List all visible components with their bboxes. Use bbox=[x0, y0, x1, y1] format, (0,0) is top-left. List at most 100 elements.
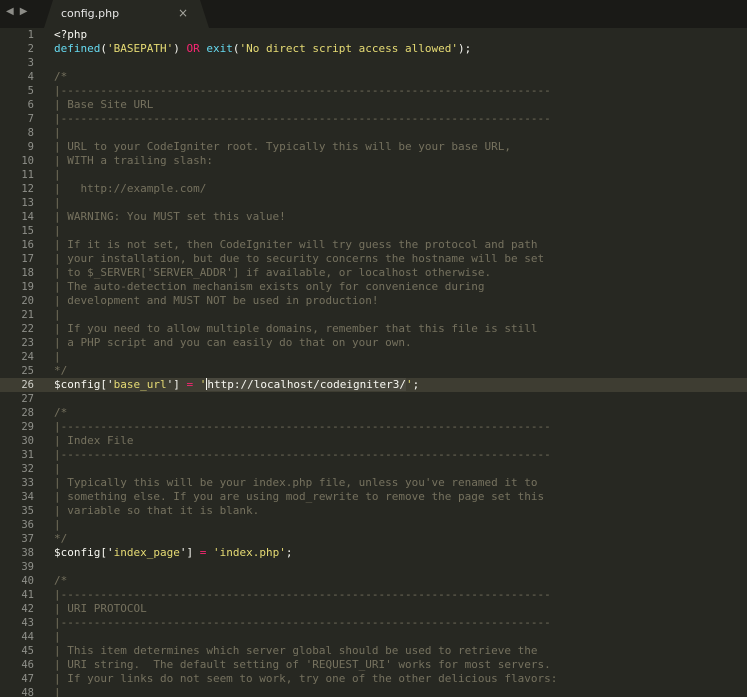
code-line[interactable]: 1 <?php bbox=[0, 28, 747, 42]
code-text: | bbox=[54, 350, 61, 364]
line-number: 45 bbox=[21, 645, 34, 657]
code-token-comment: | bbox=[54, 518, 61, 531]
code-line[interactable]: 2 defined('BASEPATH') OR exit('No direct … bbox=[0, 42, 747, 56]
code-line[interactable]: 21 | bbox=[0, 308, 747, 322]
code-token-comment: | bbox=[54, 308, 61, 321]
tab-config-php[interactable]: config.php × bbox=[44, 0, 209, 28]
line-number: 17 bbox=[21, 253, 34, 265]
code-line[interactable]: 8 | bbox=[0, 126, 747, 140]
code-text: | This item determines which server glob… bbox=[54, 644, 537, 658]
code-line[interactable]: 26 $config['base_url'] = 'http://localhos… bbox=[0, 378, 747, 392]
code-line[interactable]: 47 | If your links do not seem to work, t… bbox=[0, 672, 747, 686]
code-line[interactable]: 39 bbox=[0, 560, 747, 574]
code-line[interactable]: 7 |--------------------------------------… bbox=[0, 112, 747, 126]
code-line[interactable]: 46 | URI string. The default setting of '… bbox=[0, 658, 747, 672]
line-number: 39 bbox=[21, 561, 34, 573]
code-text: |---------------------------------------… bbox=[54, 616, 551, 630]
code-token-var: $config bbox=[54, 546, 101, 559]
code-token-operator: OR bbox=[186, 42, 200, 55]
code-line[interactable]: 3 bbox=[0, 56, 747, 70]
back-arrow-icon[interactable]: ◀ bbox=[6, 6, 14, 20]
code-line[interactable]: 33 | Typically this will be your index.ph… bbox=[0, 476, 747, 490]
code-line[interactable]: 12 | http://example.com/ bbox=[0, 182, 747, 196]
code-line[interactable]: 19 | The auto-detection mechanism exists … bbox=[0, 280, 747, 294]
code-line[interactable]: 10 | WITH a trailing slash: bbox=[0, 154, 747, 168]
line-number: 20 bbox=[21, 295, 34, 307]
code-line[interactable]: 37 */ bbox=[0, 532, 747, 546]
code-token-string: 'BASEPATH' bbox=[106, 42, 174, 55]
code-line[interactable]: 16 | If it is not set, then CodeIgniter w… bbox=[0, 238, 747, 252]
code-text: | your installation, but due to security… bbox=[54, 252, 544, 266]
code-line[interactable]: 22 | If you need to allow multiple domain… bbox=[0, 322, 747, 336]
line-number: 33 bbox=[21, 477, 34, 489]
code-token-plain: <?php bbox=[54, 28, 88, 41]
code-token-comment: | bbox=[54, 630, 61, 643]
code-line[interactable]: 9 | URL to your CodeIgniter root. Typical… bbox=[0, 140, 747, 154]
code-line[interactable]: 27 bbox=[0, 392, 747, 406]
code-line[interactable]: 41 |-------------------------------------… bbox=[0, 588, 747, 602]
code-line[interactable]: 13 | bbox=[0, 196, 747, 210]
code-text: */ bbox=[54, 532, 67, 546]
code-token-string: base_url bbox=[113, 378, 167, 391]
forward-arrow-icon[interactable]: ▶ bbox=[20, 6, 28, 20]
line-number: 47 bbox=[21, 673, 34, 685]
code-line[interactable]: 5 |--------------------------------------… bbox=[0, 84, 747, 98]
code-token-comment: | The auto-detection mechanism exists on… bbox=[54, 280, 485, 293]
code-token-comment: | If it is not set, then CodeIgniter wil… bbox=[54, 238, 538, 251]
code-line[interactable]: 24 | bbox=[0, 350, 747, 364]
code-line[interactable]: 18 | to $_SERVER['SERVER_ADDR'] if availa… bbox=[0, 266, 747, 280]
close-icon[interactable]: × bbox=[178, 6, 188, 20]
code-line[interactable]: 11 | bbox=[0, 168, 747, 182]
code-line[interactable]: 28 /* bbox=[0, 406, 747, 420]
code-line[interactable]: 40 /* bbox=[0, 574, 747, 588]
code-line[interactable]: 14 | WARNING: You MUST set this value! bbox=[0, 210, 747, 224]
code-text: | If you need to allow multiple domains,… bbox=[54, 322, 537, 336]
code-line[interactable]: 32 | bbox=[0, 462, 747, 476]
code-token-comment: */ bbox=[54, 532, 68, 545]
code-line[interactable]: 44 | bbox=[0, 630, 747, 644]
code-token-string: index_page bbox=[113, 546, 180, 559]
tab-bar: ◀ ▶ config.php × bbox=[0, 0, 747, 28]
code-line[interactable]: 42 | URI PROTOCOL bbox=[0, 602, 747, 616]
code-line[interactable]: 34 | something else. If you are using mod… bbox=[0, 490, 747, 504]
code-line[interactable]: 20 | development and MUST NOT be used in … bbox=[0, 294, 747, 308]
code-text: | to $_SERVER['SERVER_ADDR'] if availabl… bbox=[54, 266, 491, 280]
code-line[interactable]: 6 | Base Site URL bbox=[0, 98, 747, 112]
code-line[interactable]: 4 /* bbox=[0, 70, 747, 84]
code-text: |---------------------------------------… bbox=[54, 84, 551, 98]
code-token-comment: */ bbox=[54, 364, 68, 377]
line-number: 36 bbox=[21, 519, 34, 531]
code-line[interactable]: 17 | your installation, but due to securi… bbox=[0, 252, 747, 266]
code-text: | Typically this will be your index.php … bbox=[54, 476, 537, 490]
code-text: | a PHP script and you can easily do tha… bbox=[54, 336, 412, 350]
code-editor[interactable]: 1 <?php 2 defined('BASEPATH') OR exit('No d… bbox=[0, 28, 747, 697]
code-token-comment: | to $_SERVER['SERVER_ADDR'] if availabl… bbox=[54, 266, 492, 279]
line-number: 42 bbox=[21, 603, 34, 615]
code-line[interactable]: 23 | a PHP script and you can easily do t… bbox=[0, 336, 747, 350]
line-number: 5 bbox=[27, 85, 34, 97]
code-token-string: 'index.php' bbox=[212, 546, 286, 559]
line-number: 34 bbox=[21, 491, 34, 503]
line-number: 8 bbox=[27, 127, 34, 139]
code-text: |---------------------------------------… bbox=[54, 420, 551, 434]
code-line[interactable]: 38 $config['index_page'] = 'index.php'; bbox=[0, 546, 747, 560]
code-line[interactable]: 29 |-------------------------------------… bbox=[0, 420, 747, 434]
line-number: 30 bbox=[21, 435, 34, 447]
code-text: |---------------------------------------… bbox=[54, 448, 551, 462]
code-line[interactable]: 15 | bbox=[0, 224, 747, 238]
code-text: /* bbox=[54, 406, 67, 420]
code-line[interactable]: 30 | Index File bbox=[0, 434, 747, 448]
code-line[interactable]: 36 | bbox=[0, 518, 747, 532]
code-text: | http://example.com/ bbox=[54, 182, 206, 196]
code-text: | WARNING: You MUST set this value! bbox=[54, 210, 286, 224]
line-number: 48 bbox=[21, 687, 34, 697]
code-line[interactable]: 48 | bbox=[0, 686, 747, 697]
code-token-plain: ; bbox=[412, 378, 420, 391]
code-line[interactable]: 35 | variable so that it is blank. bbox=[0, 504, 747, 518]
code-line[interactable]: 31 |-------------------------------------… bbox=[0, 448, 747, 462]
code-line[interactable]: 25 */ bbox=[0, 364, 747, 378]
code-line[interactable]: 43 |-------------------------------------… bbox=[0, 616, 747, 630]
code-line[interactable]: 45 | This item determines which server gl… bbox=[0, 644, 747, 658]
code-text: | If your links do not seem to work, try… bbox=[54, 672, 557, 686]
code-token-comment: | bbox=[54, 196, 61, 209]
